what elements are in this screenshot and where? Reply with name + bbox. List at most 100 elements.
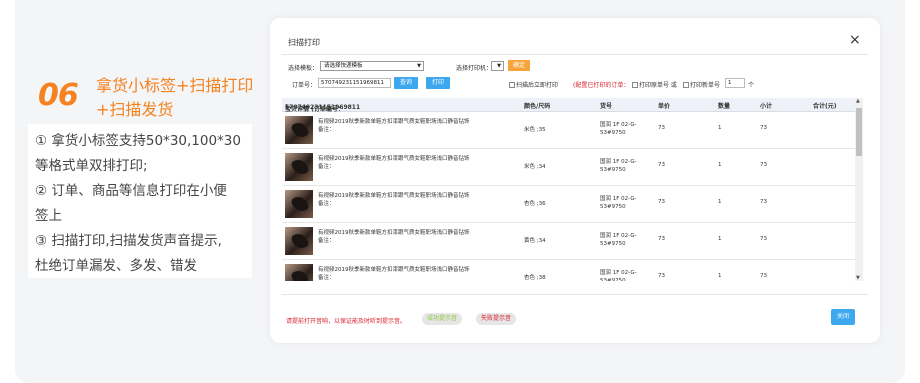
header-order-number: 570749231151969811 [285, 104, 361, 111]
auto-print-checkbox[interactable] [509, 82, 515, 88]
product-title: 有视频2019秋季新款单鞋方扣漆跟气质女鞋职场浅口静音钻饰 [318, 156, 470, 162]
step-title-line1: 拿货小标签+扫描打印 [96, 76, 254, 95]
cell-quantity: 1 [718, 273, 722, 279]
new-number-checkbox[interactable] [683, 82, 689, 88]
product-note: 备注： [318, 275, 335, 281]
copies-input[interactable]: 1 [725, 78, 745, 88]
close-button[interactable]: 关闭 [831, 309, 855, 325]
template-select-value: 请选择快递模板 [324, 63, 363, 69]
query-button[interactable]: 查询 [394, 77, 418, 89]
table-row[interactable]: 有视频2019秋季新款单鞋方扣漆跟气质女鞋职场浅口静音钻饰 备注： 黄色 ;34… [282, 224, 855, 260]
description-line: ① 拿货小标签支持50*30,100*30 [35, 133, 241, 149]
scrollbar-thumb[interactable] [856, 108, 862, 156]
product-note: 备注： [318, 201, 335, 207]
product-title: 有视频2019秋季新款单鞋方扣漆跟气质女鞋职场浅口静音钻饰 [318, 193, 470, 199]
order-label: 订单号： [292, 82, 317, 89]
header-quantity: 数量 [718, 103, 731, 110]
product-title: 有视频2019秋季新款单鞋方扣漆跟气质女鞋职场浅口静音钻饰 [318, 267, 470, 273]
new-number-label: 打印新单号 [690, 82, 721, 89]
cell-item-no: 国润 1F 02-G-53#9750 [600, 122, 637, 136]
original-number-checkbox[interactable] [632, 82, 638, 88]
description-line: 签上 [35, 208, 62, 224]
cell-price: 73 [658, 199, 665, 205]
product-thumbnail [285, 153, 313, 181]
sound-warning: 请提前打开音响，以保证能及时听到提示音。 [286, 318, 407, 325]
feature-description: ① 拿货小标签支持50*30,100*30 等格式单双排打印; ② 订单、商品等… [28, 124, 252, 278]
cell-color-size: 杏色 ;36 [524, 201, 546, 207]
success-sound-button[interactable]: 成功提示音 [422, 313, 462, 325]
cell-quantity: 1 [718, 199, 722, 205]
table-row[interactable]: 有视频2019秋季新款单鞋方扣漆跟气质女鞋职场浅口静音钻饰 备注： 米色 ;35… [282, 113, 855, 149]
product-note: 备注： [318, 164, 335, 170]
auto-print-option[interactable]: 扫描后立即打印 [509, 80, 558, 89]
cell-color-size: 黄色 ;34 [524, 238, 546, 244]
order-input[interactable]: 570749231151969811 [318, 78, 391, 88]
table-body: 有视频2019秋季新款单鞋方扣漆跟气质女鞋职场浅口静音钻饰 备注： 米色 ;35… [282, 113, 855, 281]
template-label: 选择模板： [288, 65, 319, 72]
cell-subtotal: 73 [760, 199, 767, 205]
description-line: 杜绝订单漏发、多发、错发 [35, 258, 197, 274]
header-item-no: 货号 [600, 103, 613, 110]
printer-label: 选择打印机： [456, 65, 493, 72]
cell-item-no: 国润 1F 02-G-53#9750 [600, 196, 637, 210]
chevron-down-icon: ▼ [497, 63, 501, 69]
original-number-option[interactable]: 打印原单号 或 [632, 80, 677, 89]
cell-subtotal: 73 [760, 125, 767, 131]
close-icon[interactable]: × [849, 32, 861, 48]
product-title: 有视频2019秋季新款单鞋方扣漆跟气质女鞋职场浅口静音钻饰 [318, 230, 470, 236]
table-row[interactable]: 有视频2019秋季新款单鞋方扣漆跟气质女鞋职场浅口静音钻饰 备注： 杏色 ;38… [282, 261, 855, 281]
description-line: ② 订单、商品等信息打印在小便 [35, 183, 227, 199]
table-row[interactable]: 有视频2019秋季新款单鞋方扣漆跟气质女鞋职场浅口静音钻饰 备注： 米色 ;34… [282, 150, 855, 186]
product-thumbnail [285, 190, 313, 218]
cell-item-no: 国润 1F 02-G-53#9750 [600, 233, 637, 247]
cell-quantity: 1 [718, 162, 722, 168]
step-number: 06 [38, 78, 79, 113]
header-price: 单价 [658, 103, 671, 110]
confirm-button[interactable]: 确定 [508, 60, 530, 71]
description-line: ③ 扫描打印,扫描发货声音提示, [35, 233, 222, 249]
auto-print-label: 扫描后立即打印 [516, 82, 559, 89]
scroll-up-icon[interactable]: ▲ [856, 98, 860, 104]
reprint-config-label: (配置已打印的订单： [573, 82, 630, 89]
copies-unit: 个 [748, 82, 755, 89]
original-number-label: 打印原单号 或 [639, 82, 677, 89]
template-select[interactable]: 请选择快递模板 ▼ [320, 61, 424, 71]
cell-color-size: 杏色 ;38 [524, 275, 546, 281]
cell-price: 73 [658, 273, 665, 279]
fail-sound-button[interactable]: 失败提示音 [476, 313, 516, 325]
table-row[interactable]: 有视频2019秋季新款单鞋方扣漆跟气质女鞋职场浅口静音钻饰 备注： 杏色 ;36… [282, 187, 855, 223]
divider [282, 54, 868, 55]
cell-color-size: 米色 ;35 [524, 127, 546, 133]
cell-quantity: 1 [718, 125, 722, 131]
printer-select[interactable]: ▼ [491, 61, 504, 71]
cell-price: 73 [658, 236, 665, 242]
scroll-down-icon[interactable]: ▼ [856, 275, 860, 281]
scan-print-dialog: 扫描打印 × 选择模板： 请选择快递模板 ▼ 选择打印机： ▼ 确定 订单号： … [270, 18, 880, 343]
cell-quantity: 1 [718, 236, 722, 242]
print-button[interactable]: 打印 [426, 77, 450, 89]
dialog-title: 扫描打印 [288, 38, 320, 47]
step-title: 拿货小标签+扫描打印 +扫描发货 [96, 74, 266, 122]
header-total: 合计(元) [813, 103, 837, 110]
product-thumbnail [285, 116, 313, 144]
product-note: 备注： [318, 127, 335, 133]
table-header: 宝贝详情 (订单编号： 570749231151969811) 颜色/尺码 货号 … [282, 98, 855, 113]
product-note: 备注： [318, 238, 335, 244]
cell-price: 73 [658, 125, 665, 131]
cell-subtotal: 73 [760, 162, 767, 168]
divider [282, 294, 868, 295]
cell-color-size: 米色 ;34 [524, 164, 546, 170]
table-scrollbar[interactable]: ▲ ▼ [855, 98, 863, 281]
cell-price: 73 [658, 162, 665, 168]
header-color-size: 颜色/尺码 [524, 103, 551, 110]
new-number-option[interactable]: 打印新单号 [683, 80, 720, 89]
step-title-line2: +扫描发货 [96, 100, 174, 119]
cell-subtotal: 73 [760, 236, 767, 242]
cell-item-no: 国润 1F 02-G-53#9750 [600, 159, 637, 173]
header-subtotal: 小计 [760, 103, 773, 110]
header-close-paren: ) [285, 104, 288, 111]
cell-subtotal: 73 [760, 273, 767, 279]
cell-item-no: 国润 1F 02-G-53#9750 [600, 270, 637, 281]
product-title: 有视频2019秋季新款单鞋方扣漆跟气质女鞋职场浅口静音钻饰 [318, 119, 470, 125]
product-thumbnail [285, 227, 313, 255]
